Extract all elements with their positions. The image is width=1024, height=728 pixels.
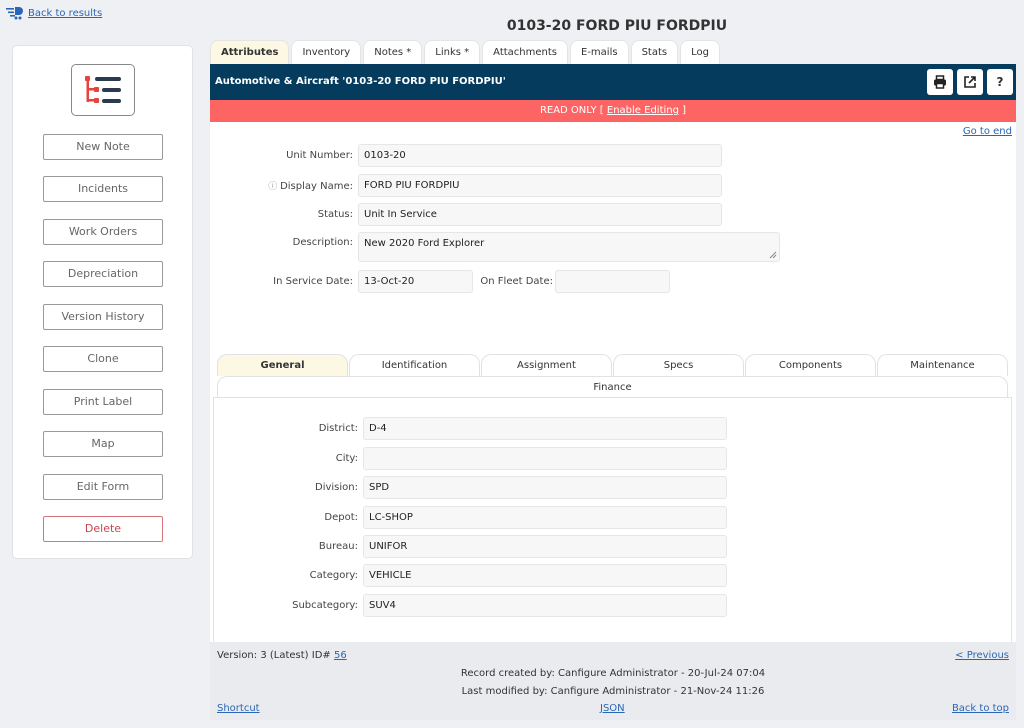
general-panel: District: D-4 City: Division: SPD Depot:… [213,397,1012,652]
subtab-components[interactable]: Components [745,354,876,376]
depot-field[interactable]: LC-SHOP [363,506,727,529]
description-label: Description: [292,237,353,248]
on-fleet-date-label: On Fleet Date: [480,276,553,287]
subtab-identification[interactable]: Identification [349,354,480,376]
tab-links[interactable]: Links * [424,40,481,64]
subtab-general[interactable]: General [217,354,348,376]
help-button[interactable]: ? [987,69,1013,95]
new-note-button[interactable]: New Note [43,134,163,160]
division-label: Division: [315,482,358,493]
version-info: Version: 3 (Latest) ID# 56 [217,650,347,661]
json-link[interactable]: JSON [600,703,625,714]
division-field[interactable]: SPD [363,476,727,499]
clone-button[interactable]: Clone [43,346,163,372]
version-text: Version: 3 (Latest) ID# [217,650,334,661]
back-to-results-link[interactable]: Back to results [28,8,102,19]
district-field[interactable]: D-4 [363,417,727,440]
bureau-label: Bureau: [318,541,358,552]
bureau-field[interactable]: UNIFOR [363,535,727,558]
app-logo [71,64,135,116]
unit-number-label: Unit Number: [286,150,353,161]
tab-notes[interactable]: Notes * [363,40,423,64]
record-id-link[interactable]: 56 [334,650,347,661]
open-external-button[interactable] [957,69,983,95]
read-only-banner: READ ONLY [ Enable Editing ] [210,100,1016,122]
version-history-button[interactable]: Version History [43,304,163,330]
category-field[interactable]: VEHICLE [363,564,727,587]
info-icon[interactable]: ⓘ [268,182,280,192]
district-label: District: [318,423,358,434]
subcategory-field[interactable]: SUV4 [363,594,727,617]
display-name-label: ⓘ Display Name: [210,179,353,192]
resize-handle-icon[interactable] [769,251,777,259]
back-cart-icon [6,7,23,20]
display-name-field[interactable]: FORD PIU FORDPIU [358,174,722,197]
record-footer: Version: 3 (Latest) ID# 56 < Previous Re… [210,642,1016,720]
status-field[interactable]: Unit In Service [358,203,722,226]
record-created-text: Record created by: Canfigure Administrat… [460,668,766,679]
delete-button[interactable]: Delete [43,516,163,542]
map-button[interactable]: Map [43,431,163,457]
help-icon: ? [996,75,1004,89]
read-only-bracket: ] [678,105,687,116]
description-field[interactable]: New 2020 Ford Explorer [358,232,780,262]
work-orders-button[interactable]: Work Orders [43,219,163,245]
printer-icon [934,75,946,89]
in-service-date-field[interactable]: 13-Oct-20 [358,270,473,293]
on-fleet-date-field[interactable] [555,270,670,293]
tab-attributes[interactable]: Attributes [210,40,290,64]
sidebar: New Note Incidents Work Orders Depreciat… [12,45,193,559]
tab-emails[interactable]: E-mails [570,40,629,64]
edit-form-button[interactable]: Edit Form [43,474,163,500]
tab-inventory[interactable]: Inventory [291,40,362,64]
section-tabs: General Identification Assignment Specs … [217,354,1008,398]
depot-label: Depot: [324,512,358,523]
tab-log[interactable]: Log [680,40,720,64]
city-label: City: [335,453,358,464]
incidents-button[interactable]: Incidents [43,176,163,202]
description-value: New 2020 Ford Explorer [364,238,485,249]
hierarchy-list-icon [85,76,121,103]
category-label: Category: [309,570,358,581]
back-to-top-link[interactable]: Back to top [952,703,1009,714]
last-modified-text: Last modified by: Canfigure Administrato… [461,686,765,697]
shortcut-link[interactable]: Shortcut [217,703,260,714]
print-button[interactable] [927,69,953,95]
tab-stats[interactable]: Stats [630,40,679,64]
previous-link[interactable]: < Previous [955,650,1009,661]
subtab-finance[interactable]: Finance [217,376,1008,398]
back-to-results[interactable]: Back to results [6,6,102,20]
in-service-date-label: In Service Date: [273,276,353,287]
go-to-end-link[interactable]: Go to end [963,126,1012,137]
print-label-button[interactable]: Print Label [43,389,163,415]
unit-number-field[interactable]: 0103-20 [358,144,722,167]
record-header: Automotive & Aircraft '0103-20 FORD PIU … [210,64,1016,100]
subcategory-label: Subcategory: [292,600,358,611]
status-label: Status: [317,209,353,220]
city-field[interactable] [363,447,727,470]
read-only-text: READ ONLY [ [539,105,607,116]
main-panel: Attributes Inventory Notes * Links * Att… [210,40,1016,720]
display-name-label-text: Display Name: [280,181,353,192]
depreciation-button[interactable]: Depreciation [43,261,163,287]
enable-editing-link[interactable]: Enable Editing [607,105,679,116]
page-title: 0103-20 FORD PIU FORDPIU [506,18,728,34]
attributes-content: Go to end Unit Number: 0103-20 ⓘ Display… [210,122,1016,652]
subtab-specs[interactable]: Specs [613,354,744,376]
subtab-maintenance[interactable]: Maintenance [877,354,1008,376]
subtab-assignment[interactable]: Assignment [481,354,612,376]
record-header-title: Automotive & Aircraft '0103-20 FORD PIU … [215,76,506,87]
tab-attachments[interactable]: Attachments [482,40,568,64]
record-tabs: Attributes Inventory Notes * Links * Att… [210,40,720,64]
external-link-icon [964,76,976,88]
